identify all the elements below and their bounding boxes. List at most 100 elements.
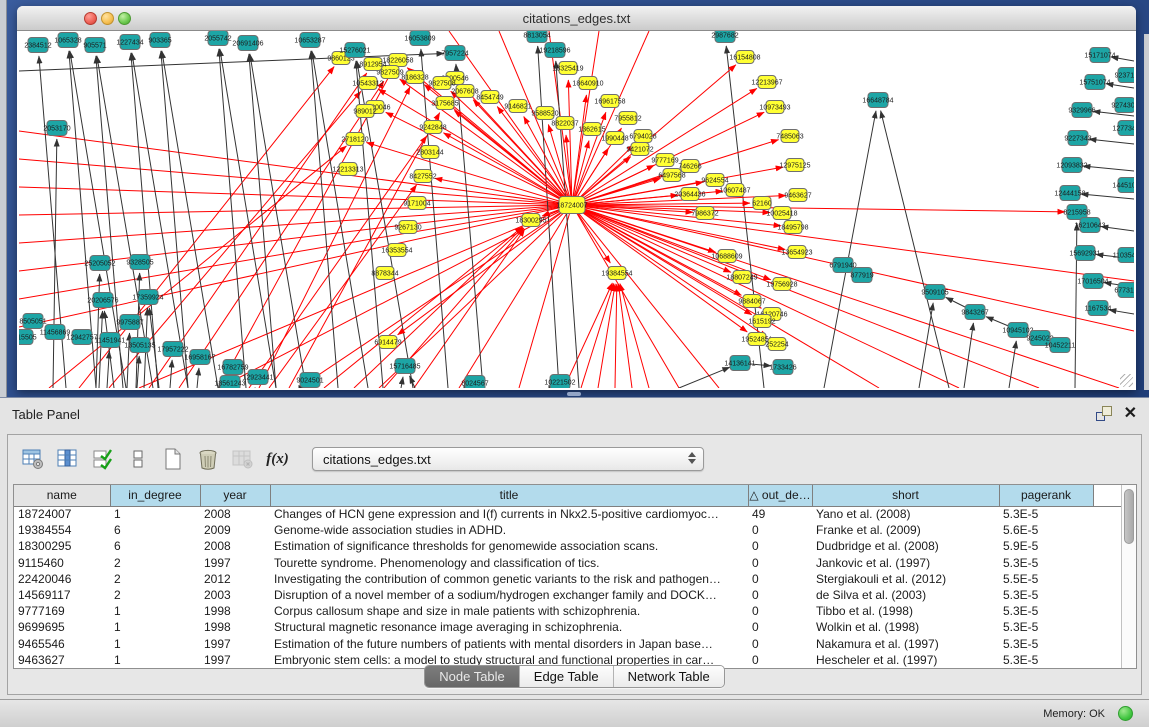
graph-node[interactable]: 14451023 [1112, 178, 1134, 193]
network-edge[interactable] [572, 31, 599, 205]
graph-node[interactable]: 16958167 [184, 350, 215, 365]
graph-node[interactable]: 12444158 [1054, 186, 1085, 201]
network-edge[interactable] [1109, 310, 1134, 314]
graph-node[interactable]: 905571 [83, 38, 106, 53]
graph-node[interactable]: 9274301 [1111, 98, 1134, 113]
graph-node[interactable]: 9624554 [701, 174, 728, 187]
window-titlebar[interactable]: citations_edges.txt [17, 6, 1136, 31]
graph-node[interactable]: 15751074 [1079, 75, 1110, 90]
graph-node[interactable]: 3915505 [19, 330, 37, 345]
graph-node[interactable]: 20691406 [232, 36, 263, 51]
network-edge[interactable] [219, 49, 246, 388]
network-edge[interactable] [572, 205, 1039, 388]
tab-network-table[interactable]: Network Table [613, 666, 724, 687]
graph-node[interactable]: 9024501 [296, 373, 323, 388]
graph-node[interactable]: 14136141 [724, 356, 755, 371]
graph-node[interactable]: 16353554 [381, 244, 412, 257]
graph-node[interactable]: 8427552 [409, 170, 436, 183]
row-height-button[interactable] [123, 444, 152, 474]
graph-node[interactable]: 7957224 [441, 46, 468, 61]
graph-node[interactable]: 12923441 [242, 370, 273, 385]
network-edge[interactable] [620, 284, 649, 388]
graph-node[interactable]: 17016504 [1077, 274, 1108, 289]
graph-node[interactable]: 16154808 [729, 51, 760, 64]
graph-node[interactable]: 9421072 [626, 143, 653, 156]
graph-node[interactable]: 903365 [148, 33, 171, 48]
graph-node[interactable]: 15692931 [1069, 246, 1100, 261]
graph-node[interactable]: 9509105 [921, 285, 948, 300]
network-edge[interactable] [519, 205, 572, 388]
new-document-button[interactable] [158, 444, 187, 474]
graph-node[interactable]: 12975125 [779, 159, 810, 172]
graph-node[interactable]: 62160 [752, 197, 772, 210]
tab-edge-table[interactable]: Edge Table [519, 666, 613, 687]
network-edge[interactable] [1089, 139, 1134, 144]
network-edge[interactable] [1101, 226, 1134, 231]
table-row[interactable]: 946554611997Estimation of the future num… [14, 636, 1121, 652]
graph-node[interactable]: 9463627 [784, 189, 811, 202]
scrollbar-thumb[interactable] [1124, 489, 1134, 544]
network-edge[interactable] [386, 112, 572, 205]
table-row[interactable]: 911546021997Tourette syndrome. Phenomeno… [14, 555, 1121, 571]
graph-node[interactable]: 9146821 [504, 100, 531, 113]
network-edge[interactable] [107, 351, 109, 388]
network-edge[interactable] [572, 205, 1065, 212]
graph-node[interactable]: 20206576 [87, 293, 118, 308]
network-edge[interactable] [220, 49, 276, 388]
graph-node[interactable]: 9975887 [116, 315, 143, 330]
network-edge[interactable] [581, 283, 614, 388]
network-edge[interactable] [324, 227, 522, 388]
network-edge[interactable] [572, 205, 679, 388]
tab-node-table[interactable]: Node Table [425, 666, 519, 687]
network-edge[interactable] [1081, 194, 1134, 199]
table-settings-button[interactable] [18, 444, 47, 474]
panel-divider-handle[interactable] [567, 392, 581, 396]
graph-node[interactable]: 20364436 [674, 188, 705, 201]
graph-node[interactable]: 10653287 [294, 33, 325, 48]
column-header-year[interactable]: year [200, 485, 270, 506]
table-row[interactable]: 1938455462009Genome-wide association stu… [14, 522, 1121, 538]
column-header-name[interactable]: name [14, 485, 110, 506]
table-row[interactable]: 1830029562008Estimation of significance … [14, 538, 1121, 554]
graph-node[interactable]: 8878344 [371, 267, 398, 280]
graph-node[interactable]: 2055742 [204, 31, 231, 46]
network-edge[interactable] [249, 54, 276, 388]
graph-node[interactable]: 12773451 [1112, 121, 1134, 136]
graph-node[interactable]: 16961758 [594, 95, 625, 108]
graph-node[interactable]: 10973493 [759, 101, 790, 114]
graph-node[interactable]: 2718120 [341, 133, 368, 146]
column-header-pagerank[interactable]: pagerank [999, 485, 1093, 506]
network-edge[interactable] [19, 205, 572, 299]
graph-node[interactable]: 2053170 [43, 121, 70, 136]
graph-node[interactable]: 9328505 [126, 255, 153, 270]
graph-node[interactable]: 25205052 [84, 256, 115, 271]
graph-node[interactable]: 18325419 [552, 62, 583, 75]
graph-node[interactable]: 10607487 [719, 184, 750, 197]
function-builder-button[interactable]: f(x) [263, 444, 292, 474]
network-edge[interactable] [19, 159, 572, 205]
network-edge[interactable] [311, 51, 338, 388]
graph-node[interactable]: 15171074 [1084, 48, 1115, 63]
graph-node[interactable]: 18495798 [777, 221, 808, 234]
graph-node[interactable]: 8454749 [476, 91, 503, 104]
network-edge[interactable] [824, 111, 876, 388]
network-edge[interactable] [964, 323, 973, 388]
network-edge[interactable] [1009, 341, 1016, 388]
graph-node[interactable]: 12213967 [751, 76, 782, 89]
graph-node[interactable]: 9237110 [1115, 68, 1134, 83]
graph-node[interactable]: 9329966 [1068, 103, 1095, 118]
column-header-title[interactable]: title [270, 485, 748, 506]
graph-node[interactable]: 19384554 [601, 267, 632, 280]
show-column-button[interactable] [53, 444, 82, 474]
graph-node[interactable]: 2987682 [711, 31, 738, 43]
table-selector-dropdown[interactable]: citations_edges.txt [312, 447, 704, 471]
network-edge[interactable] [19, 205, 572, 243]
network-edge[interactable] [99, 311, 103, 388]
column-header-out_de[interactable]: △ out_de… [748, 485, 812, 506]
network-edge[interactable] [162, 51, 218, 388]
network-edge[interactable] [564, 283, 612, 388]
graph-node[interactable]: 12942757 [66, 330, 97, 345]
graph-node[interactable]: 1733426 [769, 360, 796, 375]
graph-node[interactable]: 7485063 [776, 130, 803, 143]
network-edge[interactable] [618, 284, 632, 388]
